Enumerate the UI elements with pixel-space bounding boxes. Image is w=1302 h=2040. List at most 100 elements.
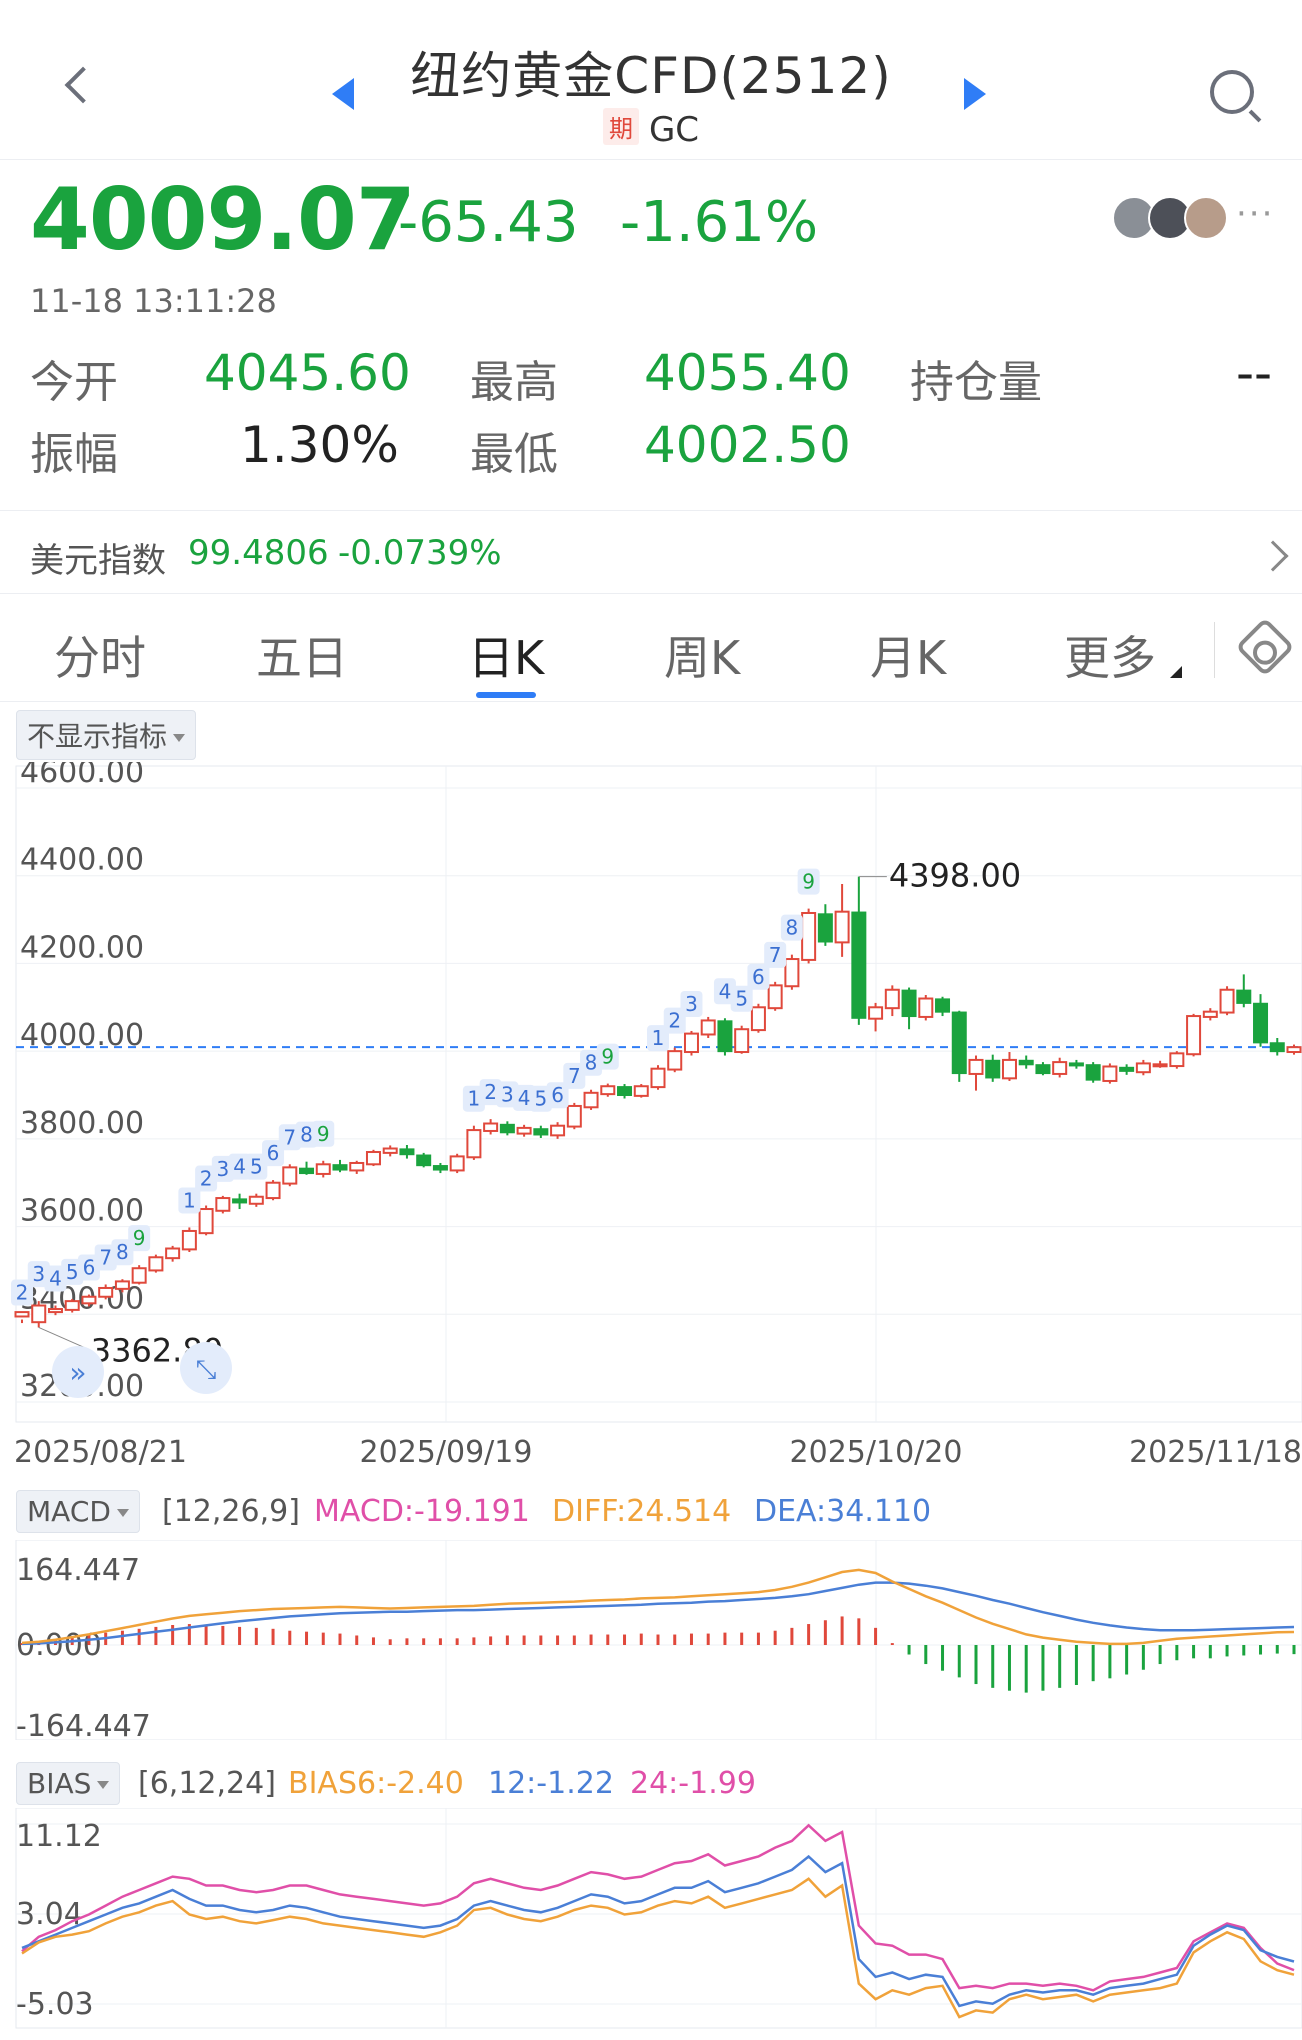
min-marker <box>38 1326 89 1350</box>
td-label: 5 <box>735 987 748 1011</box>
candle-down <box>817 913 833 943</box>
dropdown-arrow-icon <box>173 734 186 742</box>
bias-indicator-button[interactable]: BIAS <box>16 1762 121 1805</box>
candle-down <box>1068 1062 1084 1067</box>
candle-up <box>918 997 934 1018</box>
candle-up <box>1202 1010 1218 1018</box>
candle-up <box>131 1267 147 1284</box>
candle-up <box>181 1229 197 1251</box>
followers-avatars[interactable] <box>1112 196 1242 242</box>
candle-down <box>1253 1002 1269 1044</box>
x-axis: 2025/08/21 2025/09/19 2025/10/20 2025/11/18 <box>14 1435 1302 1470</box>
candle-up <box>315 1163 331 1175</box>
td-label: 6 <box>752 965 765 989</box>
td-label: 2 <box>484 1080 497 1104</box>
y-tick-label: 4000.00 <box>20 1018 144 1053</box>
tab-monthly-k[interactable]: 月K <box>870 622 946 688</box>
candle-up <box>31 1304 47 1324</box>
dollar-index-label: 美元指数 <box>30 541 166 581</box>
candle-up <box>1186 1015 1202 1056</box>
td-label: 1 <box>468 1087 481 1111</box>
td-label: 6 <box>551 1083 564 1107</box>
candle-down <box>533 1128 549 1136</box>
y-tick-label: 4400.00 <box>20 843 144 878</box>
td-label: 7 <box>568 1064 581 1088</box>
candles <box>14 876 1302 1328</box>
search-icon[interactable] <box>1210 70 1254 114</box>
x-tick-label: 2025/08/21 <box>14 1435 187 1470</box>
tab-more[interactable]: 更多 <box>1064 622 1156 688</box>
candle-down <box>499 1123 515 1134</box>
candle-up <box>550 1124 566 1137</box>
macd-chart[interactable]: 164.4470.000-164.447 <box>0 1540 1302 1740</box>
candle-up <box>81 1295 97 1305</box>
candle-up <box>884 988 900 1010</box>
avatar <box>1184 196 1228 240</box>
dea-value-label: DEA:34.110 <box>754 1494 932 1529</box>
bias24-value-label: 24:-1.99 <box>630 1766 756 1801</box>
candle-down <box>1119 1066 1135 1072</box>
td-label: 2 <box>668 1009 681 1033</box>
next-contract-icon[interactable] <box>964 78 986 110</box>
candle-up <box>968 1058 984 1075</box>
candle-down <box>951 1011 967 1075</box>
candlestick-chart[interactable]: 4600.00 4400.00 4200.00 4000.00 3800.00 3600.… <box>0 762 1302 1424</box>
indicator-toggle-button[interactable]: 不显示指标 <box>16 710 197 760</box>
more-dropdown-icon <box>1170 666 1182 678</box>
candle-up <box>248 1195 264 1205</box>
candle-up <box>47 1308 63 1314</box>
macd-indicator-button[interactable]: MACD <box>16 1490 140 1533</box>
tab-weekly-k[interactable]: 周K <box>664 622 740 688</box>
td-label: 3 <box>685 992 698 1016</box>
y-tick-label: 4200.00 <box>20 930 144 965</box>
tab-daily-k[interactable]: 日K <box>468 622 544 688</box>
tab-intraday[interactable]: 分时 <box>54 622 146 688</box>
td-label: 9 <box>802 870 815 894</box>
candle-up <box>801 911 817 961</box>
open-interest-value: -- <box>1236 344 1273 402</box>
candle-up <box>14 1311 30 1318</box>
candle-up <box>583 1091 599 1109</box>
td-label: 3 <box>32 1262 45 1286</box>
td-label: 9 <box>601 1045 614 1069</box>
td-label: 8 <box>585 1051 598 1075</box>
period-tabs: 分时 五日 日K 周K 月K 更多 <box>0 598 1302 702</box>
more-options-icon[interactable]: ··· <box>1236 194 1274 234</box>
price-change-percent: -1.61% <box>620 190 819 255</box>
candle-up <box>1219 988 1235 1014</box>
bias6-line <box>21 1877 1295 2019</box>
open-label: 今开 <box>30 357 118 408</box>
candle-down <box>332 1164 348 1171</box>
dropdown-arrow-icon <box>97 1781 110 1789</box>
bias24-line <box>21 1823 1295 1992</box>
y-tick-label: 4600.00 <box>20 762 144 790</box>
candle-up <box>834 910 850 944</box>
candle-up <box>566 1104 582 1128</box>
candle-up <box>1152 1063 1168 1068</box>
candle-down <box>232 1198 248 1204</box>
candle-up <box>265 1181 281 1200</box>
td-label: 8 <box>300 1123 313 1147</box>
tab-five-day[interactable]: 五日 <box>256 622 348 688</box>
indicator-toggle-label: 不显示指标 <box>27 720 168 753</box>
symbol-code: GC <box>648 110 700 150</box>
candle-up <box>382 1147 398 1154</box>
chevron-right-icon <box>1257 540 1289 572</box>
candle-up <box>868 1006 884 1020</box>
quote-stats: 今开 4045.60 最高 4055.40 持仓量 -- 振幅 1.30% 最低… <box>0 340 1302 500</box>
td-label: 9 <box>317 1122 330 1146</box>
dollar-index-row[interactable]: 美元指数 99.4806 -0.0739% <box>0 510 1302 594</box>
candle-down <box>299 1167 315 1175</box>
open-interest-label: 持仓量 <box>910 357 1042 408</box>
high-label: 最高 <box>470 357 558 408</box>
active-tab-indicator <box>476 692 536 698</box>
expand-left-glyph: » <box>69 1356 86 1389</box>
candle-up <box>1052 1061 1068 1075</box>
macd-params: [12,26,9] <box>162 1494 300 1529</box>
dropdown-arrow-icon <box>116 1509 129 1517</box>
futures-badge: 期 <box>602 108 639 145</box>
bias-button-label: BIAS <box>27 1767 92 1800</box>
top-bar: 纽约黄金CFD(2512) 期 GC <box>0 0 1302 160</box>
bias-chart[interactable]: 11.123.04-5.03 <box>0 1808 1302 2038</box>
candle-up <box>784 958 800 988</box>
